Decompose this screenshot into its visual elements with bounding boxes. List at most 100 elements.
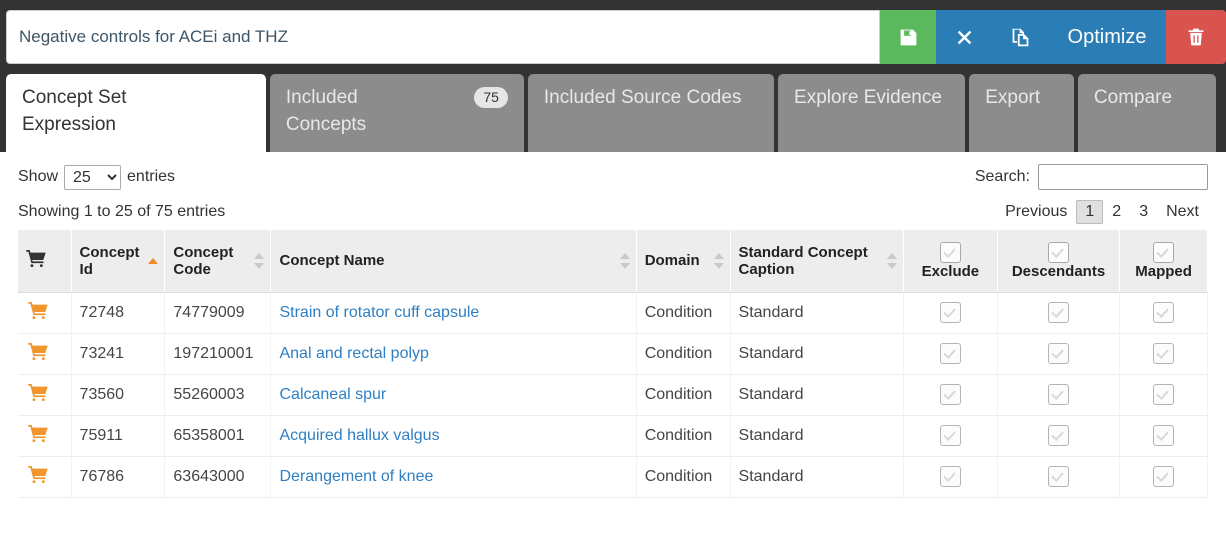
table-row[interactable]: 76786 63643000 Derangement of knee Conditio… xyxy=(18,456,1208,498)
exclude-select-all-checkbox[interactable] xyxy=(939,241,961,263)
column-header-concept-name[interactable]: Concept Name xyxy=(270,230,637,293)
cell-cart[interactable] xyxy=(18,456,72,498)
table-header-row: Concept Id Concept Code Concept Name Dom… xyxy=(18,230,1208,293)
concept-name-link[interactable]: Strain of rotator cuff capsule xyxy=(279,304,479,321)
column-label: Standard Concept Caption xyxy=(738,243,868,278)
column-label: Concept Name xyxy=(279,252,385,270)
pagination-previous[interactable]: Previous xyxy=(996,200,1076,224)
descendants-select-all-checkbox[interactable] xyxy=(1048,241,1069,263)
mapped-checkbox[interactable] xyxy=(1153,384,1175,405)
cell-exclude[interactable] xyxy=(903,456,998,498)
column-header-standard-concept-caption[interactable]: Standard Concept Caption xyxy=(730,230,904,293)
cell-concept-id: 76786 xyxy=(71,456,166,498)
pagination-next[interactable]: Next xyxy=(1157,200,1208,224)
exclude-checkbox[interactable] xyxy=(939,343,961,364)
cell-concept-name[interactable]: Calcaneal spur xyxy=(270,374,637,416)
exclude-checkbox[interactable] xyxy=(939,302,961,323)
concept-name-link[interactable]: Calcaneal spur xyxy=(279,386,386,403)
table-row[interactable]: 73241 197210001 Anal and rectal polyp Condi… xyxy=(18,333,1208,375)
cell-descendants[interactable] xyxy=(997,292,1121,334)
add-to-cart-icon[interactable] xyxy=(28,424,48,447)
tab-export[interactable]: Export xyxy=(969,74,1074,152)
cell-descendants[interactable] xyxy=(997,415,1121,457)
mapped-checkbox[interactable] xyxy=(1153,343,1175,364)
column-header-domain[interactable]: Domain xyxy=(636,230,731,293)
cell-cart[interactable] xyxy=(18,333,72,375)
column-header-exclude[interactable]: Exclude xyxy=(903,230,998,293)
pagination-page-3[interactable]: 3 xyxy=(1130,200,1157,224)
page-length-select[interactable]: 10 25 50 100 xyxy=(64,164,122,190)
column-header-concept-id[interactable]: Concept Id xyxy=(71,230,166,293)
close-button[interactable] xyxy=(936,10,992,64)
cell-descendants[interactable] xyxy=(997,333,1121,375)
sort-ascending-icon xyxy=(148,257,159,265)
add-to-cart-icon[interactable] xyxy=(28,301,48,324)
pagination-page-2[interactable]: 2 xyxy=(1103,200,1130,224)
cell-mapped[interactable] xyxy=(1119,415,1208,457)
cell-exclude[interactable] xyxy=(903,292,998,334)
descendants-checkbox[interactable] xyxy=(1048,466,1069,487)
search-input[interactable] xyxy=(1038,164,1208,190)
mapped-checkbox[interactable] xyxy=(1153,302,1175,323)
table-row[interactable]: 73560 55260003 Calcaneal spur Condition Stan… xyxy=(18,374,1208,416)
add-to-cart-icon[interactable] xyxy=(28,465,48,488)
column-header-descendants[interactable]: Descendants xyxy=(997,230,1121,293)
concept-name-link[interactable]: Acquired hallux valgus xyxy=(279,427,439,444)
cell-exclude[interactable] xyxy=(903,415,998,457)
add-to-cart-icon[interactable] xyxy=(28,383,48,406)
tab-explore-evidence[interactable]: Explore Evidence xyxy=(778,74,966,152)
table-row[interactable]: 75911 65358001 Acquired hallux valgus Condi… xyxy=(18,415,1208,457)
cell-concept-name[interactable]: Anal and rectal polyp xyxy=(270,333,637,375)
delete-button[interactable] xyxy=(1166,10,1226,64)
pagination-page-1[interactable]: 1 xyxy=(1076,200,1104,224)
exclude-checkbox[interactable] xyxy=(939,384,961,405)
column-header-cart[interactable] xyxy=(18,230,72,293)
tab-compare[interactable]: Compare xyxy=(1077,74,1217,152)
cell-cart[interactable] xyxy=(18,292,72,334)
descendants-checkbox[interactable] xyxy=(1048,302,1069,323)
cell-exclude[interactable] xyxy=(903,374,998,416)
cell-mapped[interactable] xyxy=(1119,374,1208,416)
optimize-button[interactable]: Optimize xyxy=(1048,10,1166,64)
cell-standard-concept-caption: Standard xyxy=(730,374,904,416)
mapped-checkbox[interactable] xyxy=(1153,425,1175,446)
save-button[interactable] xyxy=(880,10,936,64)
tab-concept-set-expression[interactable]: Concept Set Expression xyxy=(6,74,266,152)
descendants-checkbox[interactable] xyxy=(1048,343,1069,364)
exclude-checkbox[interactable] xyxy=(939,425,961,446)
concept-set-name-input[interactable] xyxy=(6,10,880,64)
tab-label: Included Source Codes xyxy=(543,87,742,108)
save-icon xyxy=(898,27,919,48)
cell-cart[interactable] xyxy=(18,374,72,416)
cell-concept-name[interactable]: Strain of rotator cuff capsule xyxy=(270,292,637,334)
cell-cart[interactable] xyxy=(18,415,72,457)
column-label: Mapped xyxy=(1135,262,1192,280)
cell-mapped[interactable] xyxy=(1119,456,1208,498)
cell-descendants[interactable] xyxy=(997,374,1121,416)
descendants-checkbox[interactable] xyxy=(1048,384,1069,405)
exclude-checkbox[interactable] xyxy=(939,466,961,487)
concept-name-link[interactable]: Derangement of knee xyxy=(279,468,433,485)
cell-mapped[interactable] xyxy=(1119,333,1208,375)
cell-standard-concept-caption: Standard xyxy=(730,333,904,375)
column-header-mapped[interactable]: Mapped xyxy=(1119,230,1208,293)
descendants-checkbox[interactable] xyxy=(1048,425,1069,446)
concept-name-link[interactable]: Anal and rectal polyp xyxy=(279,345,428,362)
tab-included-source-codes[interactable]: Included Source Codes xyxy=(527,74,775,152)
tab-included-concepts[interactable]: Included Concepts 75 xyxy=(269,74,524,152)
add-to-cart-icon[interactable] xyxy=(28,342,48,365)
column-header-concept-code[interactable]: Concept Code xyxy=(164,230,272,293)
sort-icon xyxy=(886,252,897,270)
mapped-select-all-checkbox[interactable] xyxy=(1153,241,1175,263)
close-icon xyxy=(955,28,974,47)
copy-button[interactable] xyxy=(992,10,1048,64)
cell-concept-code: 55260003 xyxy=(164,374,272,416)
page-length-control: Show 10 25 50 100 entries xyxy=(18,164,175,190)
mapped-checkbox[interactable] xyxy=(1153,466,1175,487)
cell-exclude[interactable] xyxy=(903,333,998,375)
cell-concept-name[interactable]: Acquired hallux valgus xyxy=(270,415,637,457)
cell-mapped[interactable] xyxy=(1119,292,1208,334)
table-row[interactable]: 72748 74779009 Strain of rotator cuff caps… xyxy=(18,292,1208,334)
cell-descendants[interactable] xyxy=(997,456,1121,498)
cell-concept-name[interactable]: Derangement of knee xyxy=(270,456,637,498)
